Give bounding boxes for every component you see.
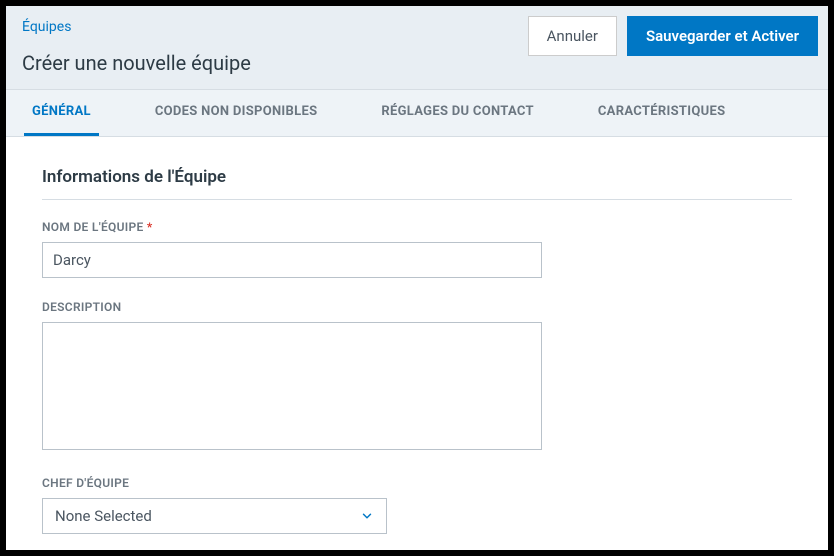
- tab-general[interactable]: GÉNÉRAL: [24, 90, 99, 136]
- tab-codes-unavailable[interactable]: CODES NON DISPONIBLES: [147, 90, 326, 136]
- required-indicator: *: [147, 220, 153, 234]
- team-lead-selected-text: None Selected: [55, 507, 152, 525]
- team-name-label-text: NOM DE L'ÉQUIPE: [42, 220, 144, 234]
- description-textarea[interactable]: [42, 322, 542, 450]
- tab-characteristics[interactable]: CARACTÉRISTIQUES: [590, 90, 734, 136]
- tab-contact-settings[interactable]: RÉGLAGES DU CONTACT: [373, 90, 541, 136]
- team-name-label: NOM DE L'ÉQUIPE *: [42, 220, 792, 234]
- breadcrumb-link[interactable]: Équipes: [22, 19, 71, 35]
- description-label: DESCRIPTION: [42, 300, 792, 314]
- cancel-button[interactable]: Annuler: [528, 16, 617, 56]
- chevron-down-icon: [360, 509, 374, 523]
- team-lead-select[interactable]: None Selected: [42, 498, 387, 534]
- save-activate-button[interactable]: Sauvegarder et Activer: [627, 16, 818, 56]
- team-lead-label: CHEF D'ÉQUIPE: [42, 476, 792, 490]
- team-name-input[interactable]: [42, 242, 542, 278]
- tab-bar: GÉNÉRAL CODES NON DISPONIBLES RÉGLAGES D…: [6, 89, 828, 137]
- section-title: Informations de l'Équipe: [42, 167, 792, 200]
